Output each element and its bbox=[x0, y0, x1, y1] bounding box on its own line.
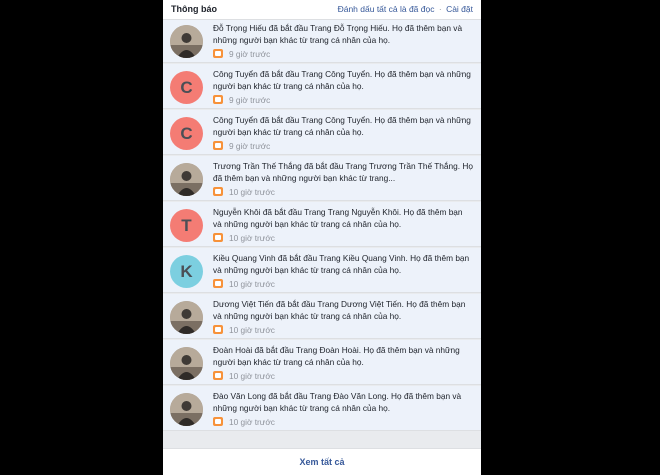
see-all-link[interactable]: Xem tất cả bbox=[163, 457, 481, 467]
avatar[interactable] bbox=[170, 393, 203, 426]
avatar[interactable] bbox=[170, 301, 203, 334]
avatar[interactable]: C bbox=[170, 71, 203, 104]
notification-time: 9 giờ trước bbox=[229, 94, 271, 105]
notifications-header: Thông báo Đánh dấu tất cả là đã đọc · Cà… bbox=[163, 0, 481, 20]
avatar-letter: C bbox=[180, 123, 193, 143]
notification-time: 10 giờ trước bbox=[229, 324, 275, 335]
notification-time: 9 giờ trước bbox=[229, 140, 271, 151]
notification-time: 10 giờ trước bbox=[229, 416, 275, 427]
notification-item[interactable]: C Công Tuyển đã bắt đầu Trang Công Tuyển.… bbox=[163, 64, 481, 109]
notification-text: Dương Việt Tiến đã bắt đầu Trang Dương V… bbox=[213, 299, 466, 321]
header-actions: Đánh dấu tất cả là đã đọc · Cài đặt bbox=[338, 4, 473, 14]
notification-text: Đoàn Hoài đã bắt đầu Trang Đoàn Hoài. Họ… bbox=[213, 345, 460, 367]
notification-item[interactable]: T Nguyễn Khôi đã bắt đầu Trang Trang Nguy… bbox=[163, 202, 481, 247]
page-flag-icon bbox=[213, 233, 223, 242]
avatar-letter: T bbox=[181, 215, 192, 235]
notification-text: Đỗ Trọng Hiếu đã bắt đầu Trang Đỗ Trọng … bbox=[213, 23, 463, 45]
notification-item[interactable]: Đỗ Trọng Hiếu đã bắt đầu Trang Đỗ Trọng … bbox=[163, 18, 481, 63]
separator: · bbox=[438, 4, 442, 14]
page-flag-icon bbox=[213, 141, 223, 150]
page-flag-icon bbox=[213, 187, 223, 196]
notification-item[interactable]: Đoàn Hoài đã bắt đầu Trang Đoàn Hoài. Họ… bbox=[163, 340, 481, 385]
page-flag-icon bbox=[213, 279, 223, 288]
notification-item[interactable]: Dương Việt Tiến đã bắt đầu Trang Dương V… bbox=[163, 294, 481, 339]
notification-list: Trương Văn Tùng đã bắt đầu Trang Trương … bbox=[163, 0, 481, 432]
notification-time: 10 giờ trước bbox=[229, 232, 275, 243]
avatar[interactable] bbox=[170, 347, 203, 380]
page-flag-icon bbox=[213, 371, 223, 380]
notifications-footer: Xem tất cả bbox=[163, 448, 481, 475]
notification-meta: 9 giờ trước bbox=[213, 94, 270, 105]
avatar[interactable]: T bbox=[170, 209, 203, 242]
notification-meta: 10 giờ trước bbox=[213, 324, 275, 335]
settings-link[interactable]: Cài đặt bbox=[446, 4, 473, 14]
notification-item[interactable]: Đào Văn Long đã bắt đầu Trang Đào Văn Lo… bbox=[163, 386, 481, 431]
notification-text: Đào Văn Long đã bắt đầu Trang Đào Văn Lo… bbox=[213, 391, 462, 413]
notification-meta: 10 giờ trước bbox=[213, 232, 275, 243]
page-flag-icon bbox=[213, 49, 223, 58]
notification-meta: 10 giờ trước bbox=[213, 278, 275, 289]
notifications-panel: Thông báo Đánh dấu tất cả là đã đọc · Cà… bbox=[163, 0, 481, 475]
notification-time: 9 giờ trước bbox=[229, 48, 271, 59]
notification-text: Công Tuyển đã bắt đầu Trang Công Tuyển. … bbox=[213, 69, 471, 91]
notification-text: Nguyễn Khôi đã bắt đầu Trang Trang Nguyễ… bbox=[213, 207, 463, 229]
avatar-letter: C bbox=[180, 77, 193, 97]
page-flag-icon bbox=[213, 95, 223, 104]
page-flag-icon bbox=[213, 325, 223, 334]
avatar[interactable]: K bbox=[170, 255, 203, 288]
avatar-letter: K bbox=[180, 261, 193, 281]
notification-item[interactable]: K Kiều Quang Vinh đã bắt đầu Trang Kiều Q… bbox=[163, 248, 481, 293]
page-flag-icon bbox=[213, 417, 223, 426]
notification-text: Kiều Quang Vinh đã bắt đầu Trang Kiều Qu… bbox=[213, 253, 470, 275]
notification-meta: 10 giờ trước bbox=[213, 370, 275, 381]
avatar[interactable] bbox=[170, 25, 203, 58]
notification-meta: 10 giờ trước bbox=[213, 186, 275, 197]
notification-meta: 9 giờ trước bbox=[213, 48, 270, 59]
notification-text: Công Tuyển đã bắt đầu Trang Công Tuyển. … bbox=[213, 115, 471, 137]
notification-text: Trương Trần Thế Thắng đã bắt đầu Trang T… bbox=[213, 161, 473, 183]
notification-time: 10 giờ trước bbox=[229, 370, 275, 381]
notification-time: 10 giờ trước bbox=[229, 186, 275, 197]
avatar[interactable] bbox=[170, 163, 203, 196]
notification-item[interactable]: C Công Tuyển đã bắt đầu Trang Công Tuyển.… bbox=[163, 110, 481, 155]
notification-meta: 10 giờ trước bbox=[213, 416, 275, 427]
notifications-title: Thông báo bbox=[171, 4, 217, 14]
notification-item[interactable]: Trương Trần Thế Thắng đã bắt đầu Trang T… bbox=[163, 156, 481, 201]
notification-time: 10 giờ trước bbox=[229, 278, 275, 289]
notification-meta: 9 giờ trước bbox=[213, 140, 270, 151]
avatar[interactable]: C bbox=[170, 117, 203, 150]
mark-all-read-link[interactable]: Đánh dấu tất cả là đã đọc bbox=[338, 4, 435, 14]
